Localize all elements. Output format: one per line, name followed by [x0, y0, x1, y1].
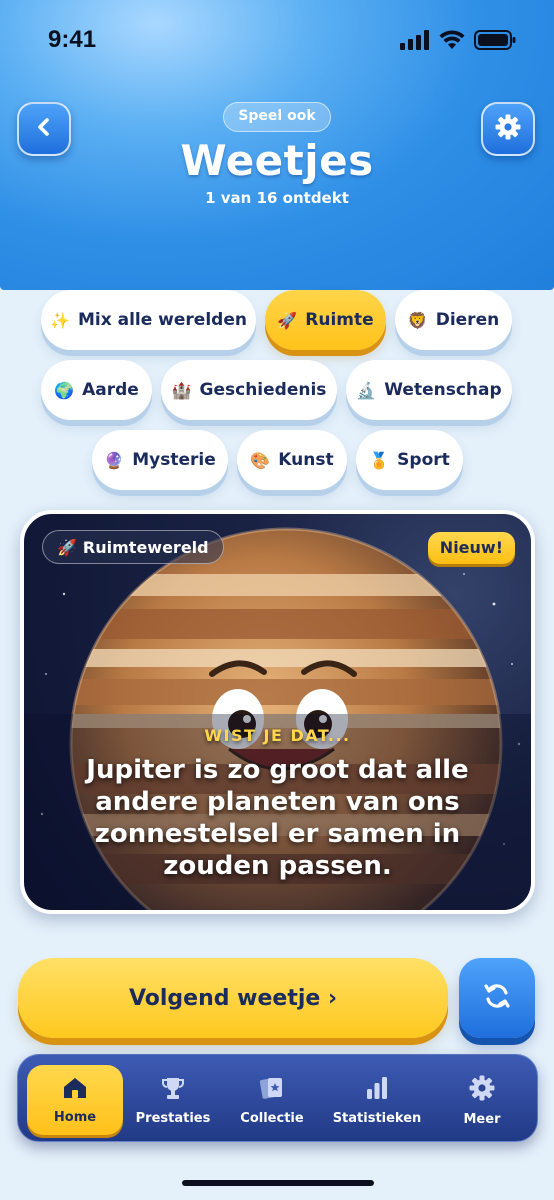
tab-prestaties[interactable]: Prestaties — [125, 1065, 221, 1135]
tab-meer[interactable]: Meer — [434, 1065, 530, 1135]
tab-label: Collectie — [240, 1110, 304, 1126]
chip-kunst[interactable]: 🎨 Kunst — [237, 430, 347, 490]
medal-icon: 🏅 — [369, 450, 390, 470]
new-badge: Nieuw! — [427, 532, 515, 564]
status-bar: 9:41 — [0, 0, 554, 80]
next-fact-button[interactable]: Volgend weetje › — [18, 958, 448, 1038]
tab-label: Meer — [463, 1111, 501, 1127]
lion-icon: 🦁 — [407, 310, 428, 330]
castle-icon: 🏰 — [171, 380, 192, 400]
signal-icon — [400, 30, 430, 54]
wifi-icon — [439, 30, 465, 54]
cards-icon — [258, 1075, 286, 1105]
sparkles-icon: ✨ — [50, 310, 70, 330]
refresh-icon — [482, 981, 512, 1015]
page-title: Weetjes — [180, 136, 374, 185]
tab-label: Home — [53, 1109, 97, 1125]
gear-icon — [468, 1074, 496, 1106]
rocket-icon: 🚀 — [277, 310, 298, 330]
chip-geschiedenis[interactable]: 🏰 Geschiedenis — [161, 360, 337, 420]
chip-label: Mix alle werelden — [77, 310, 247, 330]
battery-icon — [474, 30, 516, 54]
home-icon — [62, 1076, 88, 1104]
chip-label: Kunst — [278, 450, 334, 470]
tab-collectie[interactable]: Collectie — [224, 1065, 320, 1135]
settings-button[interactable] — [481, 102, 535, 156]
bar-chart-icon — [364, 1075, 390, 1105]
chip-label: Ruimte — [305, 310, 374, 330]
microscope-icon: 🔬 — [356, 380, 377, 400]
gear-icon — [494, 113, 522, 145]
chip-wetenschap[interactable]: 🔬 Wetenschap — [346, 360, 512, 420]
fact-card[interactable]: 🚀 Ruimtewereld Nieuw! WIST JE DAT... Jup… — [20, 510, 535, 914]
palette-icon: 🎨 — [250, 450, 271, 470]
fact-text: Jupiter is zo groot dat alle andere plan… — [86, 755, 469, 881]
chip-mix-alle-werelden[interactable]: ✨ Mix alle werelden — [41, 290, 256, 350]
header: 9:41 Speel ook Weetjes 1 van 16 ontdekt — [0, 0, 554, 290]
progress-subtitle: 1 van 16 ontdekt — [205, 189, 349, 207]
tab-label: Prestaties — [135, 1110, 211, 1126]
crystal-ball-icon: 🔮 — [104, 450, 125, 470]
speel-ook-pill[interactable]: Speel ook — [223, 102, 331, 132]
chip-label: Geschiedenis — [199, 380, 327, 400]
chip-ruimte[interactable]: 🚀 Ruimte — [265, 290, 386, 350]
chip-label: Mysterie — [132, 450, 216, 470]
status-time: 9:41 — [48, 26, 97, 53]
globe-icon: 🌍 — [54, 380, 75, 400]
trophy-icon — [160, 1075, 186, 1105]
world-tag: 🚀 Ruimtewereld — [42, 530, 224, 564]
chip-aarde[interactable]: 🌍 Aarde — [41, 360, 152, 420]
fact-kicker: WIST JE DAT... — [204, 726, 351, 745]
chip-label: Wetenschap — [384, 380, 502, 400]
status-icons — [400, 30, 516, 54]
tab-label: Statistieken — [332, 1110, 422, 1126]
rocket-icon: 🚀 — [57, 537, 77, 557]
refresh-button[interactable] — [459, 958, 535, 1038]
tab-statistieken[interactable]: Statistieken — [329, 1065, 425, 1135]
tab-home[interactable]: Home — [27, 1065, 123, 1135]
chip-label: Sport — [397, 450, 450, 470]
chip-dieren[interactable]: 🦁 Dieren — [395, 290, 512, 350]
chip-label: Dieren — [435, 310, 500, 330]
tab-bar: Home Prestaties Collectie Statistieken M… — [17, 1054, 538, 1142]
chip-mysterie[interactable]: 🔮 Mysterie — [92, 430, 228, 490]
home-indicator — [182, 1180, 374, 1186]
chip-sport[interactable]: 🏅 Sport — [356, 430, 463, 490]
chip-label: Aarde — [82, 380, 139, 400]
world-tag-label: Ruimtewereld — [82, 537, 209, 557]
